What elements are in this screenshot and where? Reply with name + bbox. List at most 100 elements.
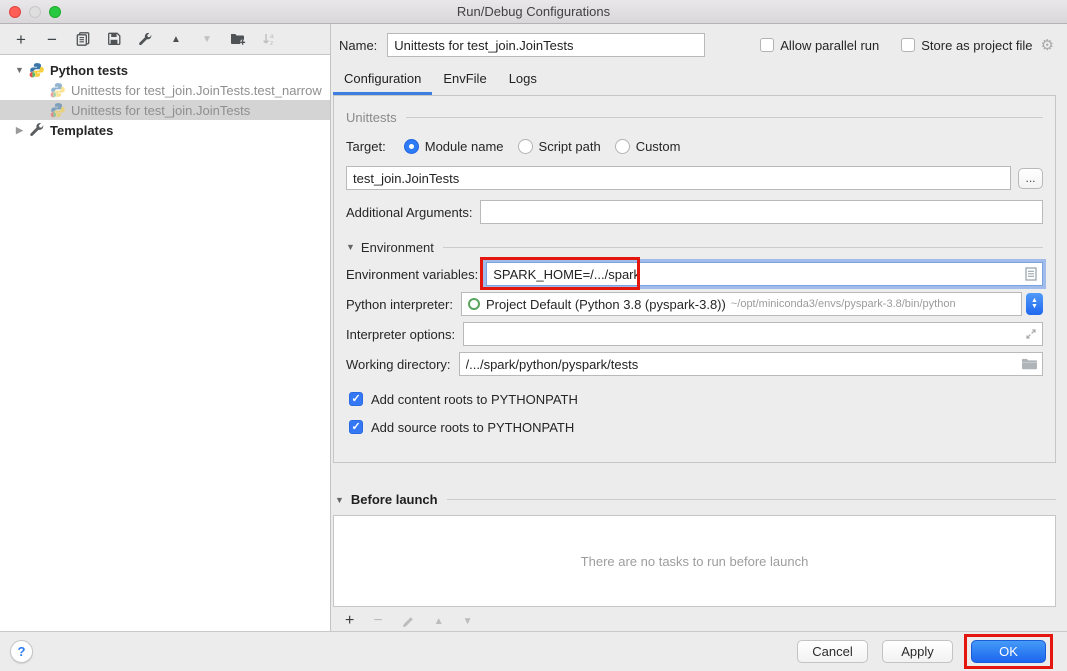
tree-item-label: Unittests for test_join.JoinTests (71, 103, 250, 118)
edit-templates-wrench-icon[interactable] (137, 31, 153, 47)
configuration-editor: Name: Allow parallel run Store as projec… (331, 24, 1067, 631)
ok-button[interactable]: OK (971, 640, 1046, 663)
folder-icon[interactable] (1022, 358, 1037, 370)
help-button[interactable]: ? (10, 640, 33, 663)
run-debug-configurations-dialog: Run/Debug Configurations + − ▲ ▼ (0, 0, 1067, 671)
working-directory-label: Working directory: (346, 357, 451, 372)
collapse-icon[interactable]: ▼ (14, 65, 25, 75)
copy-configuration-icon[interactable] (75, 31, 91, 47)
environment-variables-input[interactable] (486, 262, 1043, 286)
tab-envfile[interactable]: EnvFile (432, 63, 497, 95)
target-row: Target: Module name Script path Custom (346, 131, 1043, 161)
unittests-group-header: Unittests (346, 105, 1043, 129)
window-title: Run/Debug Configurations (0, 4, 1067, 19)
edit-variables-icon[interactable] (1025, 267, 1037, 281)
radio-script-path[interactable]: Script path (518, 139, 601, 154)
working-directory-input[interactable] (459, 352, 1043, 376)
add-configuration-icon[interactable]: + (13, 31, 29, 47)
collapse-icon[interactable]: ▼ (346, 242, 355, 252)
checkbox-label: Add content roots to PYTHONPATH (371, 392, 578, 407)
add-task-icon[interactable]: + (345, 612, 354, 630)
checkbox-checked-icon[interactable] (349, 392, 363, 406)
sort-configurations-icon: az (261, 31, 277, 47)
tab-configuration[interactable]: Configuration (333, 63, 432, 95)
checkbox-checked-icon[interactable] (349, 420, 363, 434)
allow-parallel-run-checkbox[interactable]: Allow parallel run (760, 38, 879, 53)
additional-arguments-input[interactable] (480, 200, 1043, 224)
new-folder-icon[interactable] (230, 31, 246, 47)
interpreter-path: ~/opt/miniconda3/envs/pyspark-3.8/bin/py… (731, 298, 1021, 310)
name-input[interactable] (387, 33, 705, 57)
before-launch-header[interactable]: ▼ Before launch (335, 489, 1056, 511)
templates-wrench-icon (29, 122, 45, 138)
group-title: Environment (361, 240, 434, 255)
name-label: Name: (339, 38, 377, 53)
tree-item-templates[interactable]: ▶ Templates (0, 120, 330, 140)
tree-item-python-tests[interactable]: ▼ Python tests (0, 60, 330, 80)
group-title: Unittests (346, 110, 397, 125)
sidebar-toolbar: + − ▲ ▼ az (0, 24, 330, 54)
module-name-input[interactable] (346, 166, 1011, 190)
radio-icon[interactable] (615, 139, 630, 154)
configuration-tab-panel: Unittests Target: Module name Script pat… (333, 95, 1056, 463)
move-task-up-icon: ▲ (434, 616, 444, 627)
collapse-icon[interactable]: ▼ (335, 495, 344, 505)
python-interpreter-row: Python interpreter: Project Default (Pyt… (346, 289, 1043, 319)
before-launch-toolbar: + − ▲ ▼ (331, 607, 1067, 631)
browse-module-button[interactable]: ... (1018, 168, 1043, 189)
checkbox-icon[interactable] (901, 38, 915, 52)
python-tests-icon (29, 62, 45, 78)
python-interpreter-select[interactable]: Project Default (Python 3.8 (pyspark-3.8… (461, 292, 1022, 316)
additional-arguments-row: Additional Arguments: (346, 197, 1043, 227)
configurations-sidebar: + − ▲ ▼ az (0, 24, 331, 631)
checkbox-icon[interactable] (760, 38, 774, 52)
tree-item-label: Unittests for test_join.JoinTests.test_n… (71, 83, 322, 98)
checkbox-label: Add source roots to PYTHONPATH (371, 420, 574, 435)
combobox-stepper-icon[interactable]: ▲▼ (1026, 293, 1043, 315)
radio-label: Script path (539, 139, 601, 154)
move-up-icon[interactable]: ▲ (168, 31, 184, 47)
separator-line (406, 117, 1043, 118)
radio-selected-icon[interactable] (404, 139, 419, 154)
separator-line (443, 247, 1043, 248)
store-as-project-file-checkbox[interactable]: Store as project file (901, 38, 1032, 53)
source-roots-checkbox[interactable]: Add source roots to PYTHONPATH (346, 413, 1043, 441)
checkbox-label: Allow parallel run (780, 38, 879, 53)
module-name-row: ... (346, 163, 1043, 193)
cancel-button[interactable]: Cancel (797, 640, 868, 663)
interpreter-options-row: Interpreter options: (346, 319, 1043, 349)
radio-custom[interactable]: Custom (615, 139, 681, 154)
tree-item-label: Templates (50, 123, 113, 138)
separator-line (447, 499, 1056, 500)
radio-module-name[interactable]: Module name (404, 139, 504, 154)
before-launch-task-list: There are no tasks to run before launch (333, 515, 1056, 607)
environment-group-header[interactable]: ▼ Environment (346, 235, 1043, 259)
svg-text:z: z (270, 40, 273, 46)
move-task-down-icon: ▼ (463, 616, 473, 627)
radio-icon[interactable] (518, 139, 533, 154)
save-configuration-icon[interactable] (106, 31, 122, 47)
tree-item-unittest-narrow[interactable]: Unittests for test_join.JoinTests.test_n… (0, 80, 330, 100)
target-label: Target: (346, 139, 386, 154)
expand-field-icon[interactable] (1025, 328, 1037, 340)
config-tabs: Configuration EnvFile Logs (333, 63, 1067, 95)
radio-label: Custom (636, 139, 681, 154)
apply-button[interactable]: Apply (882, 640, 953, 663)
tree-item-label: Python tests (50, 63, 128, 78)
expand-icon[interactable]: ▶ (14, 125, 25, 136)
checkbox-label: Store as project file (921, 38, 1032, 53)
edit-task-pencil-icon (402, 615, 415, 628)
content-roots-checkbox[interactable]: Add content roots to PYTHONPATH (346, 385, 1043, 413)
python-test-icon (50, 102, 66, 118)
remove-configuration-icon[interactable]: − (44, 31, 60, 47)
before-launch-title: Before launch (351, 492, 438, 507)
tab-logs[interactable]: Logs (498, 63, 548, 95)
dialog-footer: ? Cancel Apply OK (0, 631, 1067, 671)
interpreter-value: Project Default (Python 3.8 (pyspark-3.8… (486, 297, 726, 312)
environment-variables-label: Environment variables: (346, 267, 478, 282)
python-interpreter-label: Python interpreter: (346, 297, 453, 312)
tree-item-unittest-join-selected[interactable]: Unittests for test_join.JoinTests (0, 100, 330, 120)
configurations-tree: ▼ Python tests Unittests for test_join.J… (0, 54, 330, 631)
interpreter-options-input[interactable] (463, 322, 1043, 346)
svg-text:a: a (270, 33, 274, 40)
